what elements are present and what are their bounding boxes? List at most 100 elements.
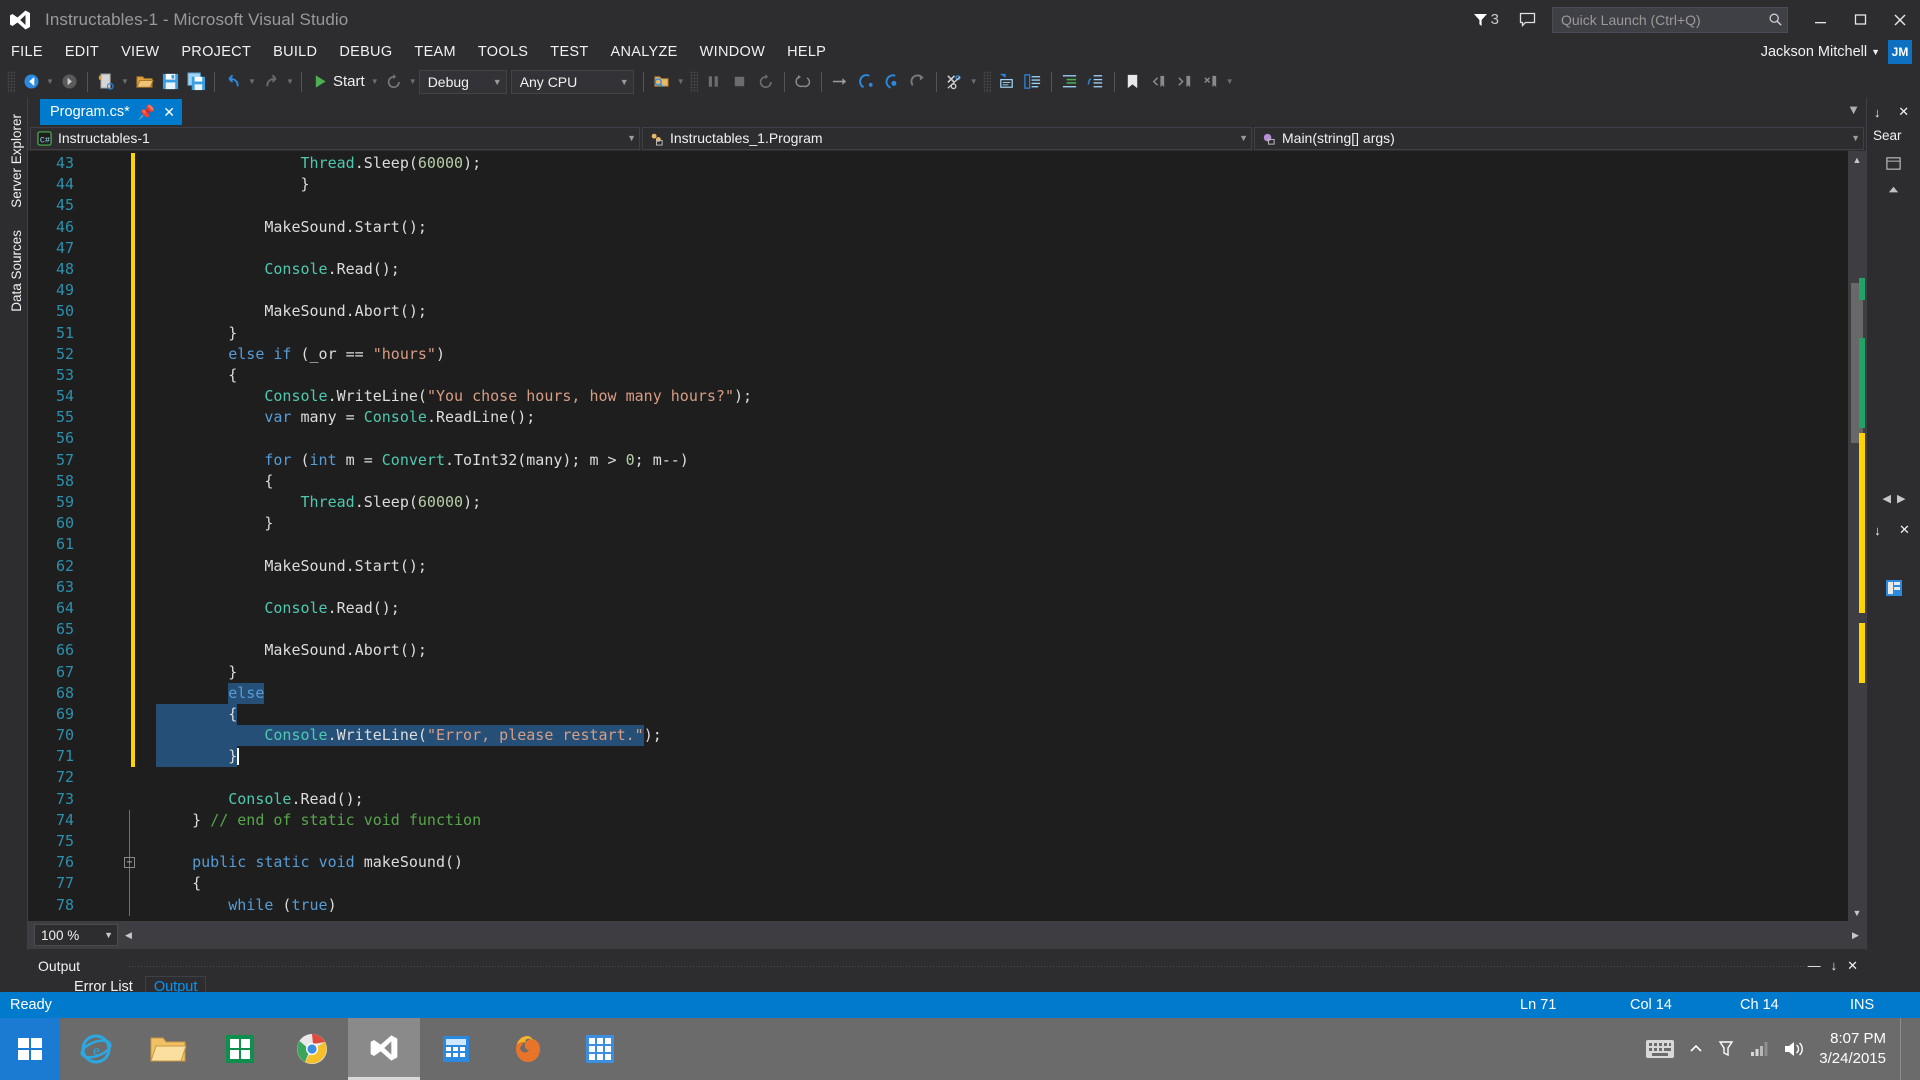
chevron-down-icon[interactable]: ▼ (1239, 133, 1248, 143)
menu-help[interactable]: HELP (776, 41, 837, 63)
pin-tab-icon[interactable]: 📌 (138, 105, 155, 119)
code-line[interactable]: 48 Console.Read(); (28, 258, 1818, 281)
network-icon[interactable] (1749, 1040, 1769, 1058)
nav-project-combo[interactable]: C# Instructables-1 ▼ (30, 126, 640, 150)
maximize-button[interactable] (1840, 0, 1880, 39)
code-line[interactable]: 63 (28, 576, 1818, 598)
menu-tools[interactable]: TOOLS (467, 41, 539, 63)
taskbar-chrome[interactable] (276, 1018, 348, 1080)
restart-button[interactable] (381, 69, 407, 95)
taskbar-visual-studio[interactable] (348, 1018, 420, 1080)
code-line[interactable]: 71 } (28, 746, 1818, 768)
code-line[interactable]: 50 MakeSound.Abort(); (28, 301, 1818, 323)
code-line[interactable]: 57 for (int m = Convert.ToInt32(many); m… (28, 449, 1818, 471)
quick-launch-box[interactable] (1552, 6, 1788, 33)
attach-to-process-button[interactable] (649, 69, 675, 95)
redo-button[interactable] (258, 69, 284, 95)
taskbar-apps[interactable] (564, 1018, 636, 1080)
code-line[interactable]: 76 − public static void makeSound() (28, 852, 1818, 874)
attach-dropdown[interactable]: ▼ (675, 69, 687, 95)
chevron-down-icon[interactable]: ▼ (1871, 47, 1880, 57)
restart-dropdown[interactable]: ▼ (407, 69, 419, 95)
open-file-button[interactable] (131, 69, 157, 95)
code-line[interactable]: 44 } (28, 174, 1818, 196)
code-line[interactable]: 64 Console.Read(); (28, 597, 1818, 620)
taskbar-store[interactable] (204, 1018, 276, 1080)
code-editor-surface[interactable]: 43 Thread.Sleep(60000); 44 } 45 46 MakeSoun… (28, 151, 1866, 921)
tab-list-chevron-icon[interactable]: ▼ (1847, 102, 1860, 117)
chevron-down-icon[interactable]: ▼ (620, 77, 629, 87)
code-line[interactable]: 59 Thread.Sleep(60000); (28, 492, 1818, 514)
show-hidden-icons-icon[interactable] (1689, 1042, 1703, 1056)
code-line[interactable]: 72 (28, 767, 1818, 788)
new-project-button[interactable] (93, 69, 119, 95)
fold-toggle-icon[interactable]: − (124, 857, 135, 869)
code-line[interactable]: 70 Console.WriteLine("Error, please rest… (28, 725, 1818, 747)
menu-view[interactable]: VIEW (110, 41, 170, 63)
editor-vertical-scrollbar[interactable]: ▲ ▼ (1848, 151, 1866, 921)
code-line[interactable]: 49 (28, 280, 1818, 302)
solution-explorer-icon[interactable] (1883, 153, 1905, 173)
code-line[interactable]: 68 else (28, 682, 1818, 704)
code-line[interactable]: 61 (28, 534, 1818, 556)
decrease-indent-button[interactable] (1083, 69, 1109, 95)
menu-window[interactable]: WINDOW (689, 41, 776, 63)
redo-dropdown[interactable]: ▼ (284, 69, 296, 95)
pin-icon[interactable]: ↓ (1867, 102, 1888, 122)
code-line[interactable]: 55 var many = Console.ReadLine(); (28, 407, 1818, 429)
navigate-backward-dropdown[interactable]: ▼ (44, 69, 56, 95)
hscroll-track[interactable] (137, 926, 1847, 944)
code-line[interactable]: 67 } (28, 661, 1818, 683)
taskbar-file-explorer[interactable] (132, 1018, 204, 1080)
tool-tab-server-explorer[interactable]: Server Explorer (3, 104, 30, 218)
next-bookmark-button[interactable] (1172, 69, 1198, 95)
step-button[interactable] (827, 69, 853, 95)
menu-debug[interactable]: DEBUG (328, 41, 403, 63)
output-minimize-icon[interactable]: — (1808, 958, 1821, 974)
navigate-backward-button[interactable] (18, 69, 44, 95)
solution-configuration-combo[interactable]: Debug ▼ (418, 69, 507, 94)
touch-keyboard-icon[interactable] (1645, 1038, 1675, 1060)
code-line[interactable]: 66 MakeSound.Abort(); (28, 640, 1818, 662)
right-pane-splitter[interactable]: ◀ ▶ (1867, 488, 1920, 509)
toolbar-grip[interactable] (7, 70, 15, 93)
code-line[interactable]: 51 } (28, 322, 1818, 344)
code-line[interactable]: 43 Thread.Sleep(60000); (28, 153, 1818, 175)
taskbar-clock[interactable]: 8:07 PM 3/24/2015 (1819, 1029, 1886, 1070)
toolbar-grip-3[interactable] (982, 70, 991, 93)
minimize-button[interactable] (1800, 0, 1840, 39)
undo-button[interactable] (220, 69, 246, 95)
menu-build[interactable]: BUILD (262, 41, 328, 63)
navigate-forward-button[interactable] (56, 69, 82, 95)
increase-indent-button[interactable] (1057, 69, 1083, 95)
account-area[interactable]: Jackson Mitchell ▼ JM (1761, 39, 1912, 65)
menu-project[interactable]: PROJECT (170, 41, 262, 63)
taskbar-internet-explorer[interactable]: e (60, 1018, 132, 1080)
code-line[interactable]: 69 { (28, 703, 1818, 726)
chevron-down-icon[interactable]: ▼ (493, 77, 502, 87)
avatar[interactable]: JM (1888, 40, 1912, 64)
new-project-dropdown[interactable]: ▼ (119, 69, 131, 95)
stop-debugging-button[interactable] (727, 69, 753, 95)
save-button[interactable] (157, 69, 183, 95)
menu-test[interactable]: TEST (539, 41, 599, 63)
pause-button[interactable] (701, 69, 727, 95)
scroll-right-arrow-icon[interactable]: ▶ (1847, 927, 1864, 944)
chevron-down-icon[interactable]: ▼ (1851, 133, 1860, 143)
code-line[interactable]: 53 { (28, 364, 1818, 387)
code-line[interactable]: 75 (28, 831, 1818, 853)
undo-dropdown[interactable]: ▼ (246, 69, 258, 95)
menu-analyze[interactable]: ANALYZE (600, 41, 689, 63)
comment-selection-button[interactable] (994, 69, 1020, 95)
close-icon-2[interactable]: ✕ (1894, 520, 1915, 540)
close-tab-icon[interactable]: ✕ (163, 105, 175, 119)
pin-icon-2[interactable]: ↓ (1867, 520, 1888, 540)
tool-tab-data-sources[interactable]: Data Sources (3, 220, 30, 322)
bookmarks-overflow[interactable]: ▼ (1224, 69, 1236, 95)
taskbar-calculator[interactable] (420, 1018, 492, 1080)
restart-debug-button[interactable] (753, 69, 779, 95)
menu-team[interactable]: TEAM (403, 41, 466, 63)
code-line[interactable]: 47 (28, 237, 1818, 259)
properties-window-icon[interactable] (1883, 578, 1905, 598)
notifications-button[interactable]: 3 (1473, 11, 1499, 28)
